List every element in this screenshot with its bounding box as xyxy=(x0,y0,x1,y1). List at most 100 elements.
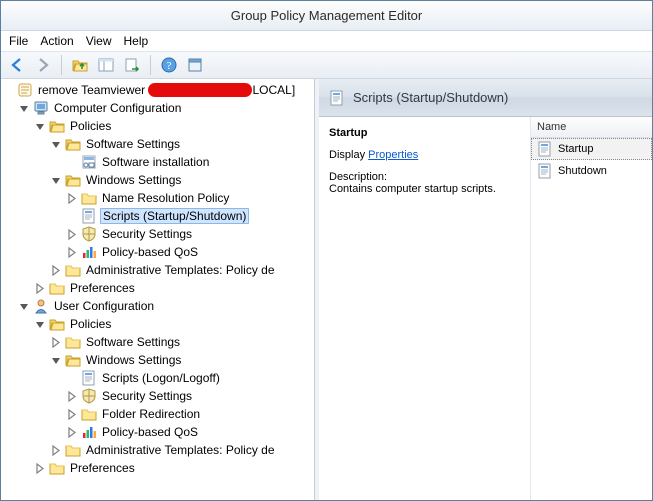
detail-pane: Scripts (Startup/Shutdown) Startup Displ… xyxy=(319,79,652,500)
qos-icon xyxy=(81,424,97,440)
menu-view[interactable]: View xyxy=(86,34,112,48)
user-icon xyxy=(33,298,49,314)
shield-icon xyxy=(81,388,97,404)
back-icon xyxy=(9,57,25,73)
tree-security-settings-computer[interactable]: Security Settings xyxy=(67,225,314,243)
tree-folder-redirection[interactable]: Folder Redirection xyxy=(67,405,314,423)
toolbar-separator xyxy=(150,55,151,75)
tree-software-installation[interactable]: Software installation xyxy=(67,153,314,171)
export-list-button[interactable] xyxy=(120,54,144,76)
titlebar: Group Policy Management Editor xyxy=(1,1,652,31)
expander-icon[interactable] xyxy=(35,121,46,132)
menu-action[interactable]: Action xyxy=(40,34,73,48)
script-icon xyxy=(81,370,97,386)
help-button[interactable] xyxy=(157,54,181,76)
expander-icon[interactable] xyxy=(67,193,78,204)
tree-windows-settings-computer[interactable]: Windows Settings xyxy=(51,171,314,189)
expander-icon[interactable] xyxy=(19,301,30,312)
body: remove Teamviewer LOCAL] Computer Config… xyxy=(1,79,652,500)
toolbar xyxy=(1,51,652,79)
properties-link[interactable]: Properties xyxy=(368,149,418,161)
menubar: File Action View Help xyxy=(1,31,652,51)
folder-icon xyxy=(81,406,97,422)
tree-root[interactable]: remove Teamviewer LOCAL] xyxy=(3,81,314,99)
tree-name-resolution-policy[interactable]: Name Resolution Policy xyxy=(67,189,314,207)
list-item-label: Startup xyxy=(558,143,593,155)
folder-open-icon xyxy=(65,172,81,188)
expander-icon[interactable] xyxy=(51,445,62,456)
expander-icon[interactable] xyxy=(35,283,46,294)
expander-icon[interactable] xyxy=(67,247,78,258)
list-item-shutdown[interactable]: Shutdown xyxy=(531,160,652,182)
props-icon xyxy=(187,57,203,73)
redacted-area xyxy=(148,83,252,97)
forward-button[interactable] xyxy=(31,54,55,76)
tree-policies-computer[interactable]: Policies xyxy=(35,117,314,135)
script-icon xyxy=(329,90,345,106)
folder-icon xyxy=(65,334,81,350)
expander-icon[interactable] xyxy=(51,265,62,276)
description-label: Description: xyxy=(329,171,522,183)
expander-icon[interactable] xyxy=(67,409,78,420)
folder-icon xyxy=(65,262,81,278)
toolbar-separator xyxy=(61,55,62,75)
expander-icon[interactable] xyxy=(51,139,62,150)
tree-admin-templates-computer[interactable]: Administrative Templates: Policy de xyxy=(51,261,314,279)
tree-admin-templates-user[interactable]: Administrative Templates: Policy de xyxy=(51,441,314,459)
show-hide-tree-button[interactable] xyxy=(94,54,118,76)
folder-up-icon xyxy=(72,57,88,73)
detail-description-area: Startup Display Properties Description: … xyxy=(319,117,530,500)
detail-list: Name Startup Shutdown xyxy=(530,117,652,500)
expander-icon[interactable] xyxy=(51,175,62,186)
folder-open-icon xyxy=(65,352,81,368)
script-icon xyxy=(81,208,97,224)
display-label: Display xyxy=(329,149,365,161)
up-button[interactable] xyxy=(68,54,92,76)
tree-preferences-computer[interactable]: Preferences xyxy=(35,279,314,297)
export-icon xyxy=(124,57,140,73)
selected-item-name: Startup xyxy=(329,127,522,139)
gpme-window: Group Policy Management Editor File Acti… xyxy=(0,0,653,501)
folder-open-icon xyxy=(49,316,65,332)
script-icon xyxy=(537,163,553,179)
help-icon xyxy=(161,57,177,73)
expander-icon[interactable] xyxy=(35,319,46,330)
tree-software-settings-computer[interactable]: Software Settings xyxy=(51,135,314,153)
tree-security-settings-user[interactable]: Security Settings xyxy=(67,387,314,405)
tree-pane: remove Teamviewer LOCAL] Computer Config… xyxy=(1,79,315,500)
tree-user-configuration[interactable]: User Configuration xyxy=(19,297,314,315)
forward-icon xyxy=(35,57,51,73)
menu-help[interactable]: Help xyxy=(124,34,149,48)
menu-file[interactable]: File xyxy=(9,34,28,48)
detail-title: Scripts (Startup/Shutdown) xyxy=(353,90,508,105)
expander-icon[interactable] xyxy=(51,355,62,366)
expander-icon[interactable] xyxy=(35,463,46,474)
expander-icon[interactable] xyxy=(67,229,78,240)
list-item-startup[interactable]: Startup xyxy=(531,138,652,160)
expander-icon[interactable] xyxy=(67,427,78,438)
tree-scripts-logon-logoff[interactable]: Scripts (Logon/Logoff) xyxy=(67,369,314,387)
list-item-label: Shutdown xyxy=(558,165,607,177)
tree-policy-qos-user[interactable]: Policy-based QoS xyxy=(67,423,314,441)
panes-icon xyxy=(98,57,114,73)
shield-icon xyxy=(81,226,97,242)
tree-software-settings-user[interactable]: Software Settings xyxy=(51,333,314,351)
qos-icon xyxy=(81,244,97,260)
window-title: Group Policy Management Editor xyxy=(231,8,422,23)
expander-icon[interactable] xyxy=(19,103,30,114)
tree-preferences-user[interactable]: Preferences xyxy=(35,459,314,477)
tree-policies-user[interactable]: Policies xyxy=(35,315,314,333)
scroll-icon xyxy=(17,82,33,98)
expander-icon[interactable] xyxy=(51,337,62,348)
properties-button[interactable] xyxy=(183,54,207,76)
column-header-name[interactable]: Name xyxy=(531,117,652,138)
tree-scripts-startup-shutdown[interactable]: Scripts (Startup/Shutdown) xyxy=(67,207,314,225)
tree-windows-settings-user[interactable]: Windows Settings xyxy=(51,351,314,369)
tree-policy-qos-computer[interactable]: Policy-based QoS xyxy=(67,243,314,261)
folder-icon xyxy=(81,190,97,206)
back-button[interactable] xyxy=(5,54,29,76)
tree-computer-configuration[interactable]: Computer Configuration xyxy=(19,99,314,117)
description-text: Contains computer startup scripts. xyxy=(329,183,522,195)
package-icon xyxy=(81,154,97,170)
expander-icon[interactable] xyxy=(67,391,78,402)
